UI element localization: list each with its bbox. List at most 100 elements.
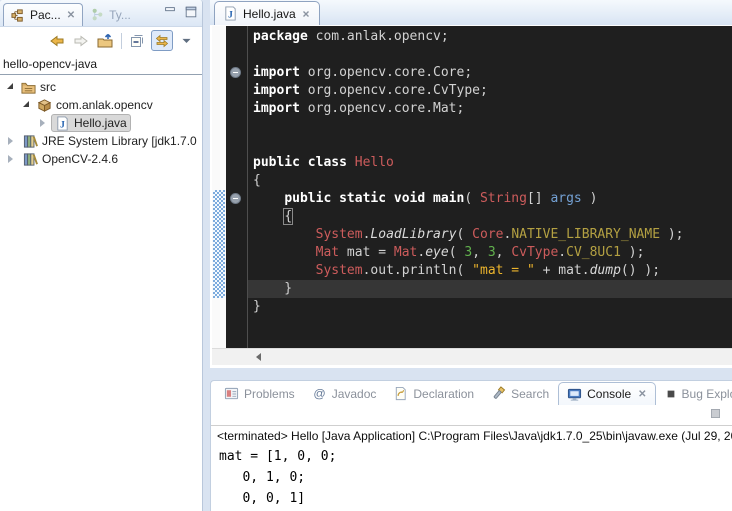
view-menu-button[interactable] <box>175 30 197 51</box>
tab-label: Declaration <box>413 387 474 401</box>
package-icon <box>37 98 52 113</box>
fold-minus-icon[interactable] <box>230 193 241 204</box>
scroll-left-arrow-icon[interactable] <box>256 353 261 361</box>
code-line-12: System.LoadLibrary( Core.NATIVE_LIBRARY_… <box>253 226 732 244</box>
editor-tab-label: Hello.java <box>243 7 296 21</box>
twistie-collapsed-icon[interactable] <box>40 119 45 127</box>
console-tab-search[interactable]: Search <box>483 382 557 405</box>
tree-item-jre-system-library-jdk1-7-0[interactable]: JRE System Library [jdk1.7.0 <box>0 132 202 150</box>
code-line-5: import org.opencv.core.Mat; <box>253 100 732 118</box>
tab-label: Pac... <box>30 8 61 22</box>
console-output[interactable]: mat = [1, 0, 0; 0, 1, 0; 0, 0, 1] <box>211 445 732 509</box>
tree-item-hello-java[interactable]: J Hello.java <box>0 114 202 132</box>
folding-column <box>226 26 248 348</box>
editor-body: package com.anlak.opencv; import org.open… <box>212 26 732 348</box>
code-line-11: { <box>253 208 732 226</box>
code-line-13: Mat mat = Mat.eye( 3, 3, CvType.CV_8UC1 … <box>253 244 732 262</box>
console-tab-console[interactable]: Console ✕ <box>558 382 655 405</box>
explorer-toolbar <box>0 27 202 53</box>
terminate-button[interactable] <box>709 407 722 425</box>
tab-label: Console <box>587 387 631 401</box>
tree-item-opencv-2-4-6[interactable]: OpenCV-2.4.6 <box>0 150 202 168</box>
code-line-1: package com.anlak.opencv; <box>253 28 732 46</box>
editor-tabbar: J Hello.java <box>210 0 732 26</box>
twistie-collapsed-icon[interactable] <box>8 137 13 145</box>
editor-tab-hello-java[interactable]: J Hello.java <box>214 1 320 25</box>
eclipse-workbench: Pac... ✕ Ty... hello-opencv-java srccom.an… <box>0 0 732 511</box>
console-tab-javadoc[interactable]: @ Javadoc <box>304 382 385 405</box>
package-explorer-view: Pac... ✕ Ty... hello-opencv-java srccom.an… <box>0 0 203 511</box>
code-line-15: } <box>248 280 732 298</box>
tree-item-body: com.anlak.opencv <box>33 96 157 114</box>
java-file-icon: J <box>55 116 70 131</box>
minimize-button[interactable] <box>162 4 178 20</box>
svg-text:J: J <box>60 120 65 130</box>
code-line-6 <box>253 118 732 136</box>
tree-item-label: com.anlak.opencv <box>56 98 153 112</box>
method-range-indicator <box>213 190 225 298</box>
library-icon <box>23 134 38 149</box>
tree-item-label: OpenCV-2.4.6 <box>42 152 118 166</box>
view-window-buttons <box>162 4 199 20</box>
tab-label: Bug Explorer <box>682 387 732 401</box>
problems-icon <box>224 386 239 401</box>
tab-label: Search <box>511 387 549 401</box>
console-process-label: <terminated> Hello [Java Application] C:… <box>211 425 732 445</box>
tree-item-body: src <box>17 78 60 96</box>
svg-text:J: J <box>228 10 233 20</box>
console-tabbar: Problems @ Javadoc Declaration Search Console… <box>211 381 732 405</box>
tree-item-label: JRE System Library [jdk1.7.0 <box>42 134 197 148</box>
tree-item-label: src <box>40 80 56 94</box>
explorer-tab-pac[interactable]: Pac... ✕ <box>3 3 83 26</box>
console-output-line-3: 0, 0, 1] <box>219 488 732 509</box>
tab-label: Ty... <box>109 8 131 22</box>
console-view: Problems @ Javadoc Declaration Search Console… <box>210 380 732 511</box>
annotation-ruler <box>212 26 226 348</box>
bug-square-icon <box>665 388 677 400</box>
console-icon <box>567 387 582 402</box>
tree-item-src[interactable]: src <box>0 78 202 96</box>
collapse-all-button[interactable] <box>127 30 149 51</box>
code-area[interactable]: package com.anlak.opencv; import org.open… <box>248 26 732 348</box>
console-tab-declaration[interactable]: Declaration <box>385 382 482 405</box>
search-icon <box>491 386 506 401</box>
code-line-14: System.out.println( "mat = " + mat.dump(… <box>253 262 732 280</box>
twistie-expanded-icon[interactable] <box>7 83 13 89</box>
explorer-tab-ty[interactable]: Ty... <box>83 3 138 26</box>
code-line-10: public static void main( String[] args ) <box>253 190 732 208</box>
tab-label: Problems <box>244 387 295 401</box>
fold-minus-icon[interactable] <box>230 67 241 78</box>
tree-item-body: OpenCV-2.4.6 <box>19 150 122 168</box>
console-tab-problems[interactable]: Problems <box>216 382 303 405</box>
close-icon[interactable]: ✕ <box>638 389 646 400</box>
tab-label: Javadoc <box>332 387 377 401</box>
code-line-4: import org.opencv.core.CvType; <box>253 82 732 100</box>
package-tree: srccom.anlak.opencv J Hello.java JRE System… <box>0 75 202 168</box>
code-line-16: } <box>253 298 732 316</box>
link-with-editor-button[interactable] <box>151 30 173 51</box>
javadoc-icon: @ <box>312 386 327 401</box>
code-line-9: { <box>253 172 732 190</box>
tree-item-body: JRE System Library [jdk1.7.0 <box>19 132 201 150</box>
console-output-line-1: mat = [1, 0, 0; <box>219 446 732 467</box>
maximize-button[interactable] <box>183 4 199 20</box>
twistie-collapsed-icon[interactable] <box>8 155 13 163</box>
editor-area: J Hello.java package com.anlak.opencv; im… <box>210 0 732 368</box>
library-icon <box>23 152 38 167</box>
working-set-label: hello-opencv-java <box>0 53 202 74</box>
explorer-tabbar: Pac... ✕ Ty... <box>0 0 202 27</box>
console-tab-bug-explorer[interactable]: Bug Explorer <box>657 382 732 405</box>
toolbar-separator <box>121 33 122 49</box>
close-icon[interactable] <box>301 9 311 19</box>
twistie-expanded-icon[interactable] <box>23 101 29 107</box>
source-folder-icon <box>21 80 36 95</box>
code-line-7 <box>253 136 732 154</box>
tree-item-com-anlak-opencv[interactable]: com.anlak.opencv <box>0 96 202 114</box>
back-button[interactable] <box>46 30 68 51</box>
forward-button[interactable] <box>70 30 92 51</box>
up-button[interactable] <box>94 30 116 51</box>
close-icon[interactable]: ✕ <box>67 10 75 21</box>
console-toolbar <box>211 405 732 425</box>
editor-horizontal-scrollbar[interactable] <box>212 348 732 365</box>
tree-item-label: Hello.java <box>74 116 127 130</box>
